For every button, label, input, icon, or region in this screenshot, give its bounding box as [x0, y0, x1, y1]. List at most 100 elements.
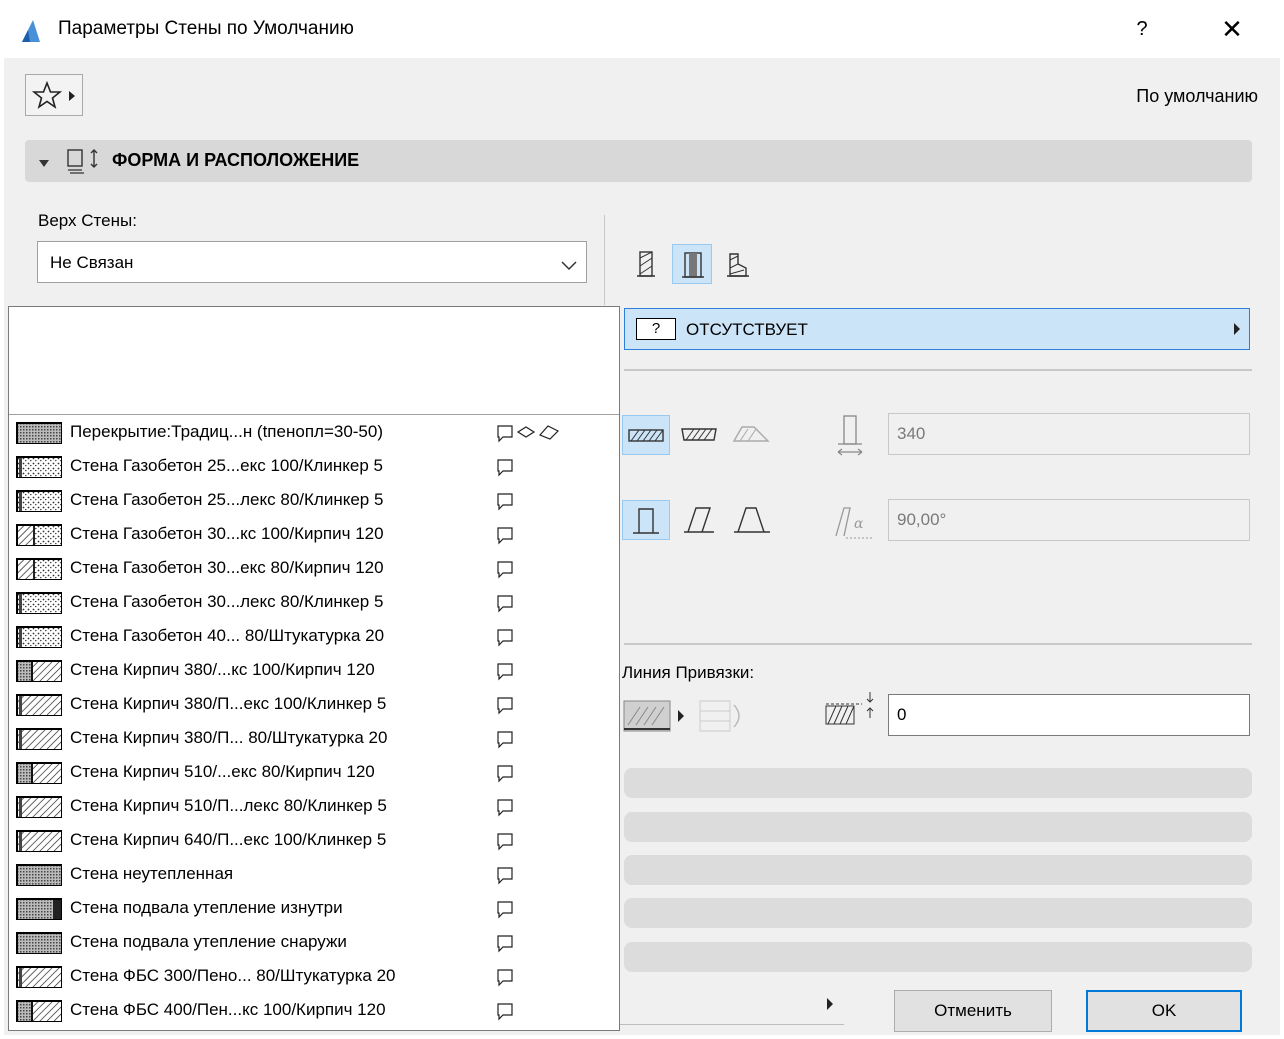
wall-polygon-button[interactable]: [728, 415, 776, 455]
dropdown-item-label: Стена ФБС 400/Пен...кс 100/Кирпич 120: [70, 1000, 386, 1019]
reference-offset-icon: [822, 690, 878, 739]
favorites-button[interactable]: [25, 74, 83, 116]
dropdown-item[interactable]: Стена Газобетон 25...екс 100/Клинкер 5: [14, 450, 604, 484]
wall-thickness-field[interactable]: 340: [888, 413, 1250, 455]
reference-offset-field[interactable]: 0: [888, 694, 1250, 736]
dropdown-item[interactable]: Стена ФБС 400/Пен...кс 100/Кирпич 120: [14, 994, 604, 1028]
slant-angle-icon: α: [832, 500, 876, 549]
wall-thickness-icon: [834, 414, 868, 463]
usage-flag-icon: [497, 459, 513, 477]
separator-2: [624, 643, 1252, 645]
window-title: Параметры Стены по Умолчанию: [58, 18, 354, 39]
dropdown-item-label: Стена Кирпич 380/П... 80/Штукатурка 20: [70, 728, 388, 747]
composite-pattern-icon: [16, 728, 62, 750]
dropdown-item[interactable]: Стена Кирпич 380/...кс 100/Кирпич 120: [14, 654, 604, 688]
usage-flag-icon: [497, 697, 513, 715]
menu-arrow-icon: [68, 89, 76, 107]
slant-angle-field[interactable]: 90,00°: [888, 499, 1250, 541]
dropdown-item[interactable]: Стена Кирпич 380/П... 80/Штукатурка 20: [14, 722, 604, 756]
section-title: ФОРМА И РАСПОЛОЖЕНИЕ: [112, 150, 360, 170]
layer-selector[interactable]: [620, 990, 844, 1025]
composite-pattern-icon: [16, 558, 62, 580]
collapsed-panel-2[interactable]: [624, 812, 1252, 842]
submenu-arrow-icon: [1233, 322, 1241, 341]
dropdown-item-label: Стена Газобетон 25...лекс 80/Клинкер 5: [70, 490, 384, 509]
default-settings-label: По умолчанию: [1136, 86, 1258, 106]
dropdown-item[interactable]: Стена Кирпич 380/П...екс 100/Клинкер 5: [14, 688, 604, 722]
composite-value: ОТСУТСТВУЕТ: [686, 320, 808, 339]
dropdown-item[interactable]: Стена Кирпич 510/П...лекс 80/Клинкер 5: [14, 790, 604, 824]
composite-pattern-icon: [16, 1000, 62, 1022]
usage-flag-icon: [497, 935, 513, 953]
structure-composite-button[interactable]: [672, 244, 712, 284]
composite-pattern-icon: [16, 830, 62, 852]
usage-flag-icon: [497, 731, 513, 749]
ok-button[interactable]: OK: [1086, 990, 1242, 1032]
dropdown-item-label: Стена Кирпич 510/П...лекс 80/Клинкер 5: [70, 796, 387, 815]
archicad-app-icon: [16, 18, 46, 44]
usage-flag-icon: [497, 493, 513, 511]
composite-pattern-icon: [16, 864, 62, 886]
close-button[interactable]: ✕: [1212, 12, 1252, 46]
svg-text:α: α: [854, 516, 864, 532]
usage-flag-icon: [497, 425, 560, 443]
reference-line-label: Линия Привязки:: [622, 663, 755, 682]
dropdown-item[interactable]: Стена подвала утепление снаружи: [14, 926, 604, 960]
cancel-button[interactable]: Отменить: [894, 990, 1052, 1032]
dropdown-item[interactable]: Стена Газобетон 30...лекс 80/Клинкер 5: [14, 586, 604, 620]
composite-badge: ?: [636, 318, 676, 340]
composite-pattern-icon: [16, 626, 62, 648]
wall-vertical-button[interactable]: [622, 500, 670, 540]
composite-pattern-icon: [16, 762, 62, 784]
geometry-section-icon: [66, 147, 106, 180]
dropdown-item[interactable]: Стена Кирпич 510/...екс 80/Кирпич 120: [14, 756, 604, 790]
composite-pattern-icon: [16, 660, 62, 682]
dropdown-item[interactable]: Стена Газобетон 40... 80/Штукатурка 20: [14, 620, 604, 654]
composite-pattern-icon: [16, 966, 62, 988]
usage-flag-icon: [497, 867, 513, 885]
wall-trapezoid-button[interactable]: [676, 415, 724, 455]
collapsed-panel-4[interactable]: [624, 898, 1252, 928]
composite-pattern-icon: [16, 592, 62, 614]
dropdown-item[interactable]: Стена Газобетон 25...лекс 80/Клинкер 5: [14, 484, 604, 518]
usage-flag-icon: [497, 833, 513, 851]
collapsed-panel-5[interactable]: [624, 942, 1252, 972]
dropdown-item-label: Стена Кирпич 640/П...екс 100/Клинкер 5: [70, 830, 387, 849]
column-divider: [604, 215, 605, 305]
usage-flag-icon: [497, 1003, 513, 1021]
composite-pattern-icon: [16, 898, 62, 920]
usage-flag-icon: [497, 765, 513, 783]
dropdown-item[interactable]: Перекрытие:Традиц...н (tпенопл=30-50): [14, 416, 604, 450]
dropdown-item[interactable]: Стена подвала утепление изнутри: [14, 892, 604, 926]
dropdown-item[interactable]: Стена Кирпич 640/П...екс 100/Клинкер 5: [14, 824, 604, 858]
collapsed-panel-3[interactable]: [624, 855, 1252, 885]
structure-profile-button[interactable]: [718, 244, 758, 284]
dropdown-item[interactable]: Стена неутепленная: [14, 858, 604, 892]
dropdown-item[interactable]: Стена Газобетон 30...кс 100/Кирпич 120: [14, 518, 604, 552]
dropdown-item-label: Перекрытие:Традиц...н (tпенопл=30-50): [70, 422, 384, 441]
separator-1: [624, 369, 1252, 371]
dropdown-item[interactable]: Стена Газобетон 30...екс 80/Кирпич 120: [14, 552, 604, 586]
composite-pattern-icon: [16, 422, 62, 444]
collapse-triangle-icon[interactable]: [38, 155, 50, 173]
structure-basic-button[interactable]: [626, 244, 666, 284]
usage-flag-icon: [497, 629, 513, 647]
usage-flag-icon: [497, 561, 513, 579]
usage-flag-icon: [497, 901, 513, 919]
dropdown-item-label: Стена Газобетон 30...лекс 80/Клинкер 5: [70, 592, 384, 611]
composite-pattern-icon: [16, 796, 62, 818]
composite-pattern-icon: [16, 524, 62, 546]
usage-flag-icon: [497, 527, 513, 545]
dropdown-item-label: Стена неутепленная: [70, 864, 234, 883]
dropdown-item-label: Стена ФБС 300/Пено... 80/Штукатурка 20: [70, 966, 396, 985]
dropdown-item-label: Стена Газобетон 30...екс 80/Кирпич 120: [70, 558, 384, 577]
help-button[interactable]: ?: [1124, 12, 1160, 46]
wall-double-slanted-button[interactable]: [730, 500, 778, 540]
reference-line-picker[interactable]: [622, 695, 688, 737]
dropdown-item-label: Стена Кирпич 510/...екс 80/Кирпич 120: [70, 762, 375, 781]
wall-straight-button[interactable]: [622, 415, 670, 455]
dropdown-item[interactable]: Стена ФБС 300/Пено... 80/Штукатурка 20: [14, 960, 604, 994]
wall-slanted-button[interactable]: [678, 500, 726, 540]
reference-line-flip-button[interactable]: [698, 695, 750, 737]
collapsed-panel-1[interactable]: [624, 768, 1252, 798]
